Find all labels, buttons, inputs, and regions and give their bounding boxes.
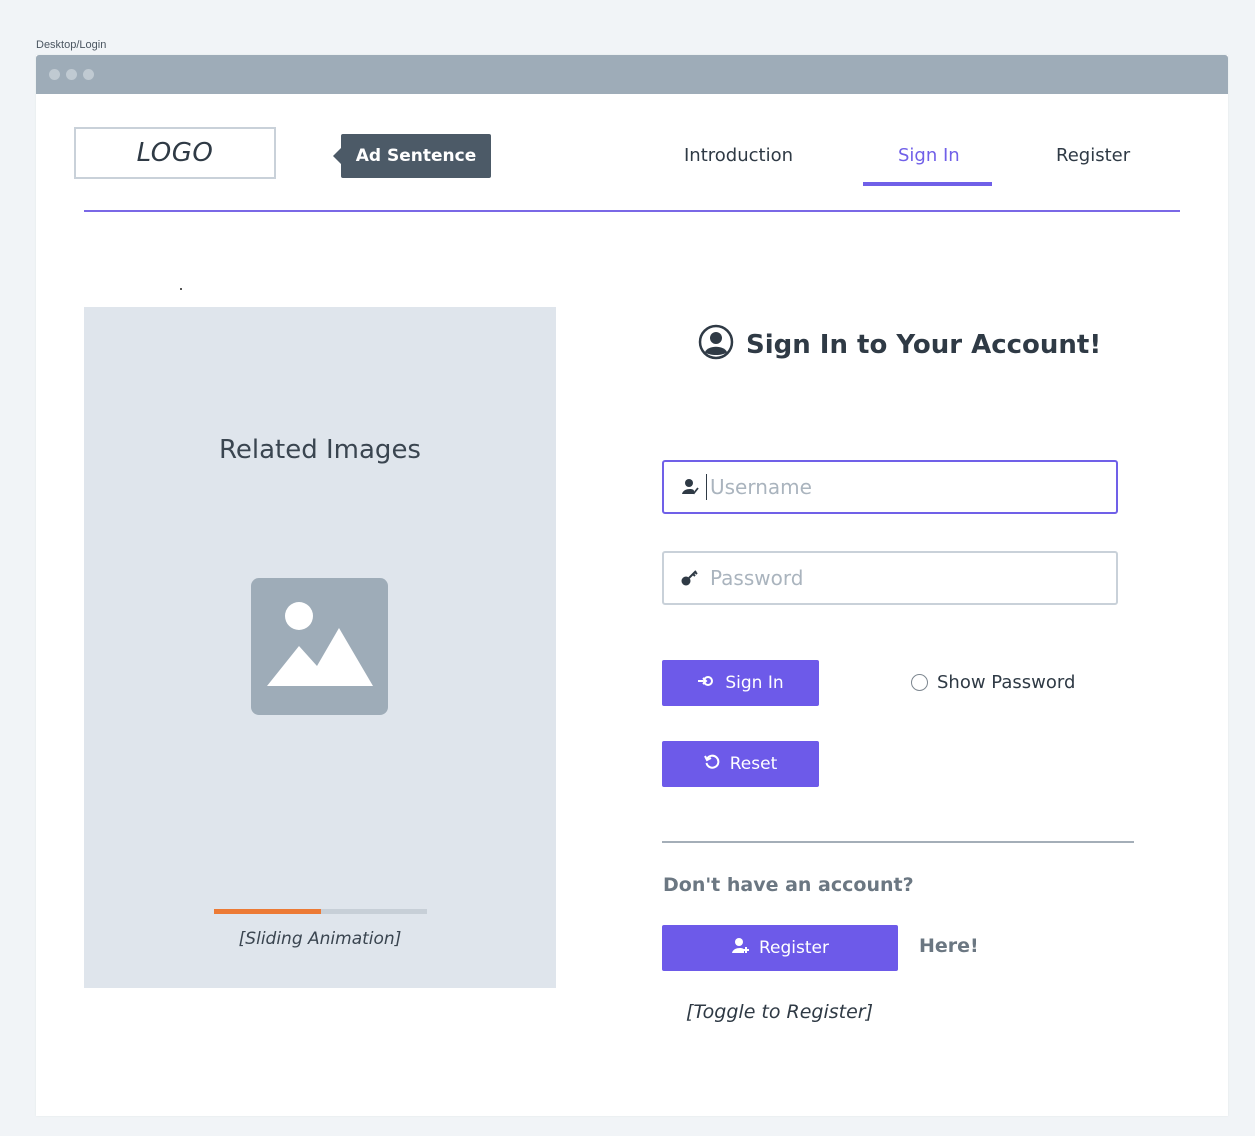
- sliding-animation-caption: [Sliding Animation]: [238, 929, 402, 949]
- show-password-toggle[interactable]: Show Password: [911, 672, 1075, 693]
- password-input[interactable]: [710, 566, 1090, 590]
- window-dot-icon[interactable]: [83, 69, 94, 80]
- password-field[interactable]: [662, 551, 1118, 605]
- form-title-text: Sign In to Your Account!: [746, 330, 1102, 360]
- logo[interactable]: LOGO: [74, 127, 276, 179]
- sign-in-icon: [697, 673, 715, 693]
- stray-dot: [180, 288, 182, 290]
- nav-introduction[interactable]: Introduction: [684, 145, 793, 166]
- show-password-radio[interactable]: [911, 674, 928, 691]
- frame-label: Desktop/Login: [36, 39, 107, 51]
- window-dot-icon[interactable]: [49, 69, 60, 80]
- related-images-panel: Related Images [Sliding Animation]: [84, 307, 556, 988]
- header-divider: [84, 210, 1180, 212]
- slide-progress-fill: [214, 909, 321, 914]
- user-circle-icon: [698, 324, 734, 367]
- ad-sentence: Ad Sentence: [333, 134, 491, 178]
- reset-icon: [703, 754, 720, 775]
- form-title: Sign In to Your Account!: [698, 324, 1102, 363]
- show-password-label: Show Password: [937, 672, 1076, 693]
- panel-title: Related Images: [219, 435, 421, 465]
- window-dot-icon[interactable]: [66, 69, 77, 80]
- username-field[interactable]: [662, 460, 1118, 514]
- register-button[interactable]: Register: [662, 925, 898, 971]
- image-placeholder-icon: [251, 578, 388, 715]
- reset-button[interactable]: Reset: [662, 741, 819, 787]
- active-tab-underline: [863, 182, 992, 186]
- text-caret: [706, 474, 707, 500]
- nav-register[interactable]: Register: [1056, 145, 1130, 166]
- register-label: Register: [759, 938, 829, 958]
- no-account-text: Don't have an account?: [663, 874, 914, 896]
- sign-in-label: Sign In: [725, 673, 784, 693]
- toggle-register-caption: [Toggle to Register]: [686, 1001, 874, 1023]
- username-input[interactable]: [710, 475, 1090, 499]
- reset-label: Reset: [729, 754, 778, 774]
- here-text: Here!: [919, 935, 979, 957]
- nav-sign-in[interactable]: Sign In: [898, 145, 960, 166]
- key-icon: [679, 567, 701, 589]
- form-divider: [662, 841, 1134, 843]
- user-check-icon: [679, 476, 701, 498]
- slide-progress-bar: [214, 909, 427, 914]
- add-user-icon: [731, 937, 749, 960]
- sign-in-button[interactable]: Sign In: [662, 660, 819, 706]
- window-titlebar: [36, 55, 1228, 94]
- browser-window: LOGO Ad Sentence Introduction Sign In Re…: [36, 55, 1228, 1116]
